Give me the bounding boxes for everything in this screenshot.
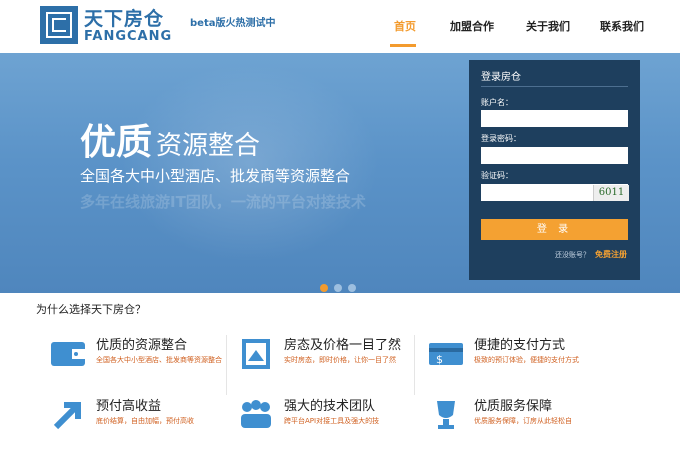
nav-active-indicator <box>390 44 416 47</box>
carousel-dots <box>320 277 362 293</box>
feature-desc: 跨平台API对接工具及强大的技 <box>284 417 380 425</box>
nav-contact[interactable]: 联系我们 <box>600 18 644 34</box>
password-label: 登录密码： <box>481 134 521 143</box>
brand-name-cn[interactable]: 天下房仓 <box>84 4 164 31</box>
captcha-image[interactable]: 6011 <box>593 185 629 201</box>
feature-desc: 底价结算，自由加幅，预付高收 <box>96 417 194 425</box>
beta-badge: beta版火热测试中 <box>190 18 276 29</box>
login-button[interactable]: 登 录 <box>481 219 628 240</box>
section-title: 为什么选择天下房仓？ <box>36 303 146 316</box>
captcha-label: 验证码： <box>481 171 513 180</box>
arrow-up-icon <box>53 402 81 430</box>
feature-title: 房态及价格一目了然 <box>284 338 402 353</box>
username-input[interactable] <box>481 110 628 127</box>
hero-title-big: 优质 <box>80 122 153 163</box>
login-panel: 登录房仓 账户名： 登录密码： 验证码： 6011 登 录 还没账号？ 免费注册 <box>469 60 640 280</box>
feature-resource: 优质的资源整合 全国各大中小型酒店、批发商等资源整合 <box>50 334 240 404</box>
hero-shadow-text: 多年在线旅游IT团队，一流的平台对接技术 <box>80 193 366 211</box>
hero-subtitle: 全国各大中小型酒店、批发商等资源整合 <box>80 167 351 185</box>
nav-home[interactable]: 首页 <box>394 18 416 34</box>
feature-team: 强大的技术团队 跨平台API对接工具及强大的技 <box>238 395 428 465</box>
header: 天下房仓 FANGCANG beta版火热测试中 首页 加盟合作 关于我们 联系… <box>0 0 680 52</box>
svg-text:$: $ <box>436 353 443 366</box>
feature-service: 优质服务保障 优质服务保障，订房从此轻松自 <box>428 395 618 465</box>
hero-title-rest: 资源整合 <box>156 131 261 161</box>
hotel-document-icon <box>242 339 270 369</box>
feature-title: 优质服务保障 <box>474 399 553 414</box>
feature-desc: 极致的预订体验，便捷的支付方式 <box>474 356 579 364</box>
payment-icon: $ <box>429 343 463 366</box>
feature-title: 强大的技术团队 <box>284 399 376 414</box>
trophy-icon <box>437 401 455 429</box>
hero-title: 优质 资源整合 <box>80 113 260 165</box>
feature-title: 预付高收益 <box>96 399 162 414</box>
feature-profit: 预付高收益 底价结算，自由加幅，预付高收 <box>50 395 240 465</box>
password-input[interactable] <box>481 147 628 164</box>
carousel-dot-1[interactable] <box>320 284 328 292</box>
nav-partnership[interactable]: 加盟合作 <box>450 18 494 34</box>
carousel-dot-2[interactable] <box>334 284 342 292</box>
login-divider <box>481 86 628 87</box>
feature-title: 便捷的支付方式 <box>474 338 566 353</box>
no-account-text: 还没账号？ <box>555 251 590 259</box>
feature-desc: 优质服务保障，订房从此轻松自 <box>474 417 572 425</box>
feature-title: 优质的资源整合 <box>96 338 188 353</box>
username-label: 账户名： <box>481 98 513 107</box>
feature-payment: $ 便捷的支付方式 极致的预订体验，便捷的支付方式 <box>428 334 618 404</box>
feature-desc: 全国各大中小型酒店、批发商等资源整合 <box>96 356 222 364</box>
nav-about[interactable]: 关于我们 <box>526 18 570 34</box>
carousel-dot-3[interactable] <box>348 284 356 292</box>
feature-rooms: 房态及价格一目了然 实时房态，即时价格，让你一目了然 <box>238 334 428 404</box>
brand-name-en[interactable]: FANGCANG <box>84 29 172 44</box>
login-title: 登录房仓 <box>481 72 521 83</box>
team-icon <box>241 400 271 428</box>
feature-desc: 实时房态，即时价格，让你一目了然 <box>284 356 396 364</box>
register-link[interactable]: 免费注册 <box>595 249 627 260</box>
logo-icon[interactable] <box>40 6 78 44</box>
wallet-icon <box>51 342 85 366</box>
